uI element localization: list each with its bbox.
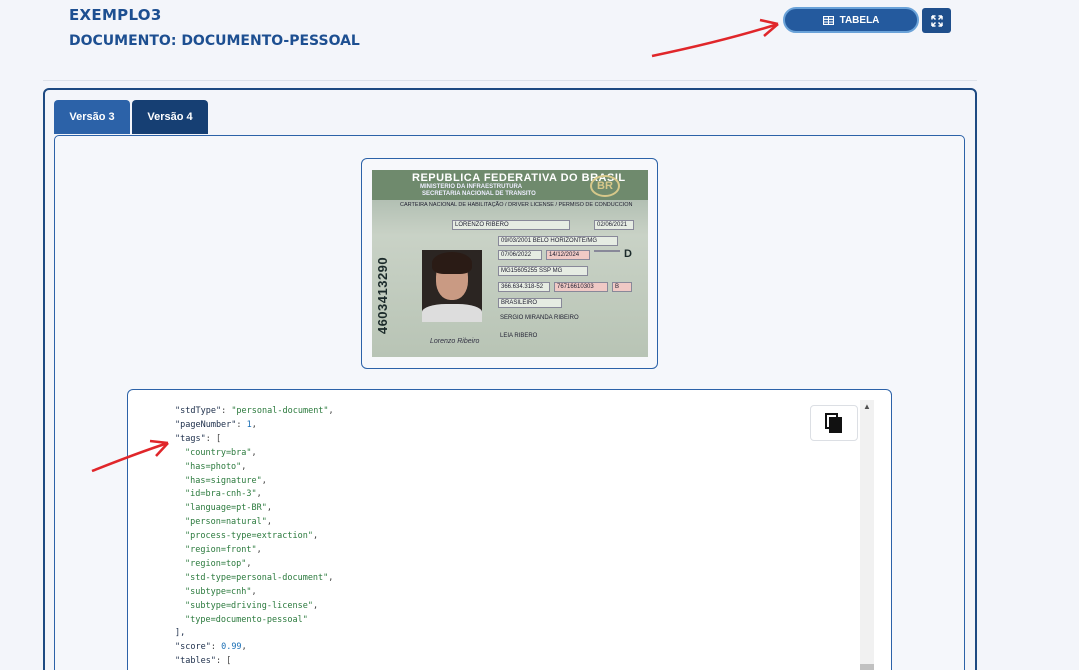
- annotation-arrows: [91, 18, 779, 473]
- arrow-to-table-button: [651, 18, 779, 58]
- arrow-to-tags: [91, 439, 169, 473]
